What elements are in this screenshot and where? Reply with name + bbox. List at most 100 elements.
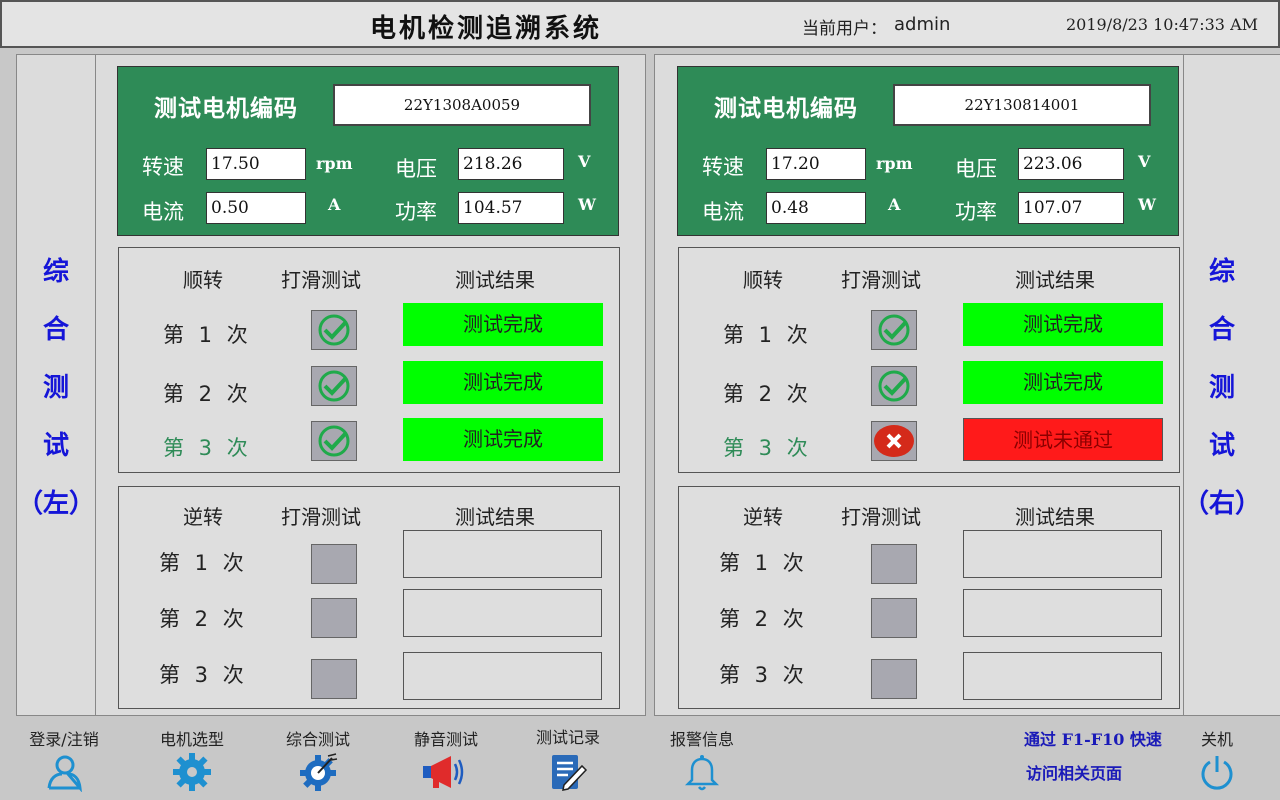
test-result-badge [963,530,1162,578]
power-field[interactable]: 104.57 [458,192,564,224]
slip-test-checkbox[interactable] [871,421,917,461]
reverse-head: 逆转 [183,505,223,529]
check-icon [878,370,910,402]
slip-test-checkbox[interactable] [311,544,357,584]
row-label: 第 2 次 [159,607,248,631]
notebook-icon [552,755,588,791]
side-label-right: 综 合 测 试 （右） [1183,243,1261,533]
panel-divider [1183,55,1184,715]
test-result-badge: 测试完成 [963,361,1163,404]
slip-test-checkbox[interactable] [311,366,357,406]
voltage-field[interactable]: 223.06 [1018,148,1124,180]
test-result-badge: 测试完成 [403,303,603,346]
current-field[interactable]: 0.50 [206,192,306,224]
shortcut-hint: 访问相关页面 [1026,764,1123,783]
voltage-label: 电压 [395,157,437,181]
side-label-char: 测 [1208,373,1235,403]
side-label-char: 合 [1208,315,1235,345]
check-icon [318,314,350,346]
nav-label: 综合测试 [285,730,350,749]
slip-test-checkbox[interactable] [311,310,357,350]
row-label: 第 2 次 [719,607,808,631]
megaphone-icon [423,756,464,788]
bottom-nav-bar: 登录/注销 电机选型 综合测试 静音测试 测试记录 报警信息 通过 F1-F10… [0,720,1280,800]
slip-test-checkbox[interactable] [871,310,917,350]
speed-label: 转速 [142,155,184,179]
result-head: 测试结果 [455,505,535,529]
test-result-badge: 测试完成 [963,303,1163,346]
nav-silent-test[interactable]: 静音测试 [396,720,496,800]
forward-head: 顺转 [183,268,223,292]
voltage-field[interactable]: 218.26 [458,148,564,180]
current-label: 电流 [142,200,184,224]
bell-icon [684,755,720,791]
nav-motor-selection[interactable]: 电机选型 [142,720,242,800]
nav-comprehensive-test[interactable]: 综合测试 [268,720,368,800]
current-field[interactable]: 0.48 [766,192,866,224]
slip-test-checkbox[interactable] [871,366,917,406]
speed-unit: rpm [316,154,353,173]
forward-test-section: 顺转 打滑测试 测试结果 第 1 次 测试完成 第 2 次 测试完成 第 3 次… [678,247,1180,473]
speed-field[interactable]: 17.20 [766,148,866,180]
row-label: 第 1 次 [159,551,248,575]
forward-head: 顺转 [743,268,783,292]
current-unit: A [888,195,901,214]
motor-info-box: 测试电机编码 22Y130814001 转速 17.20 rpm 电压 223.… [677,66,1179,236]
test-result-badge [403,652,602,700]
forward-test-section: 顺转 打滑测试 测试结果 第 1 次 测试完成 第 2 次 测试完成 第 3 次… [118,247,620,473]
user-icon [47,755,82,792]
slip-test-head: 打滑测试 [281,505,361,529]
shutdown-button[interactable]: 关机 [1167,720,1267,800]
app-title: 电机检测追溯系统 [370,14,603,44]
speed-label: 转速 [702,155,744,179]
current-user-name: admin [894,14,951,35]
row-label: 第 3 次 [159,663,248,687]
reverse-test-section: 逆转 打滑测试 测试结果 第 1 次 第 2 次 第 3 次 [118,486,620,709]
slip-test-checkbox[interactable] [311,598,357,638]
slip-test-head: 打滑测试 [841,268,921,292]
nav-label: 电机选型 [159,730,224,749]
nav-test-records[interactable]: 测试记录 [518,720,618,800]
voltage-unit: V [578,152,591,171]
power-field[interactable]: 107.07 [1018,192,1124,224]
current-user-label: 当前用户： [802,19,887,39]
check-icon [318,370,350,402]
left-test-panel: 综 合 测 试 （左） 测试电机编码 22Y1308A0059 转速 17.50… [16,54,646,716]
motor-code-field[interactable]: 22Y130814001 [893,84,1151,126]
reverse-head: 逆转 [743,505,783,529]
nav-label: 报警信息 [669,730,734,749]
side-label-char: （左） [16,489,95,519]
slip-test-head: 打滑测试 [841,505,921,529]
speed-field[interactable]: 17.50 [206,148,306,180]
side-label-char: 测 [42,373,69,403]
side-label-char: 合 [42,315,69,345]
slip-test-checkbox[interactable] [871,544,917,584]
test-result-badge: 测试完成 [403,361,603,404]
row-label: 第 3 次 [163,436,252,460]
power-icon [1201,756,1233,790]
slip-test-checkbox[interactable] [871,598,917,638]
slip-test-checkbox[interactable] [311,421,357,461]
slip-test-checkbox[interactable] [871,659,917,699]
test-result-badge: 测试完成 [403,418,603,461]
motor-code-label: 测试电机编码 [714,96,858,122]
row-label: 第 1 次 [723,323,812,347]
nav-label: 登录/注销 [29,730,99,749]
row-label: 第 3 次 [719,663,808,687]
row-label: 第 3 次 [723,436,812,460]
nav-label: 关机 [1200,730,1233,749]
title-bar: 电机检测追溯系统 当前用户： admin 2019/8/23 10:47:33 … [0,0,1280,48]
power-label: 功率 [955,200,997,224]
nav-login-logout[interactable]: 登录/注销 [14,720,114,800]
motor-code-field[interactable]: 22Y1308A0059 [333,84,591,126]
nav-alarm-info[interactable]: 报警信息 [652,720,752,800]
row-label: 第 1 次 [163,323,252,347]
motor-code-label: 测试电机编码 [154,96,298,122]
nav-label: 静音测试 [413,730,478,749]
nav-label: 测试记录 [535,728,600,747]
side-label-char: 试 [42,431,69,461]
slip-test-checkbox[interactable] [311,659,357,699]
row-label: 第 1 次 [719,551,808,575]
fail-x-icon [874,425,914,457]
reverse-test-section: 逆转 打滑测试 测试结果 第 1 次 第 2 次 第 3 次 [678,486,1180,709]
